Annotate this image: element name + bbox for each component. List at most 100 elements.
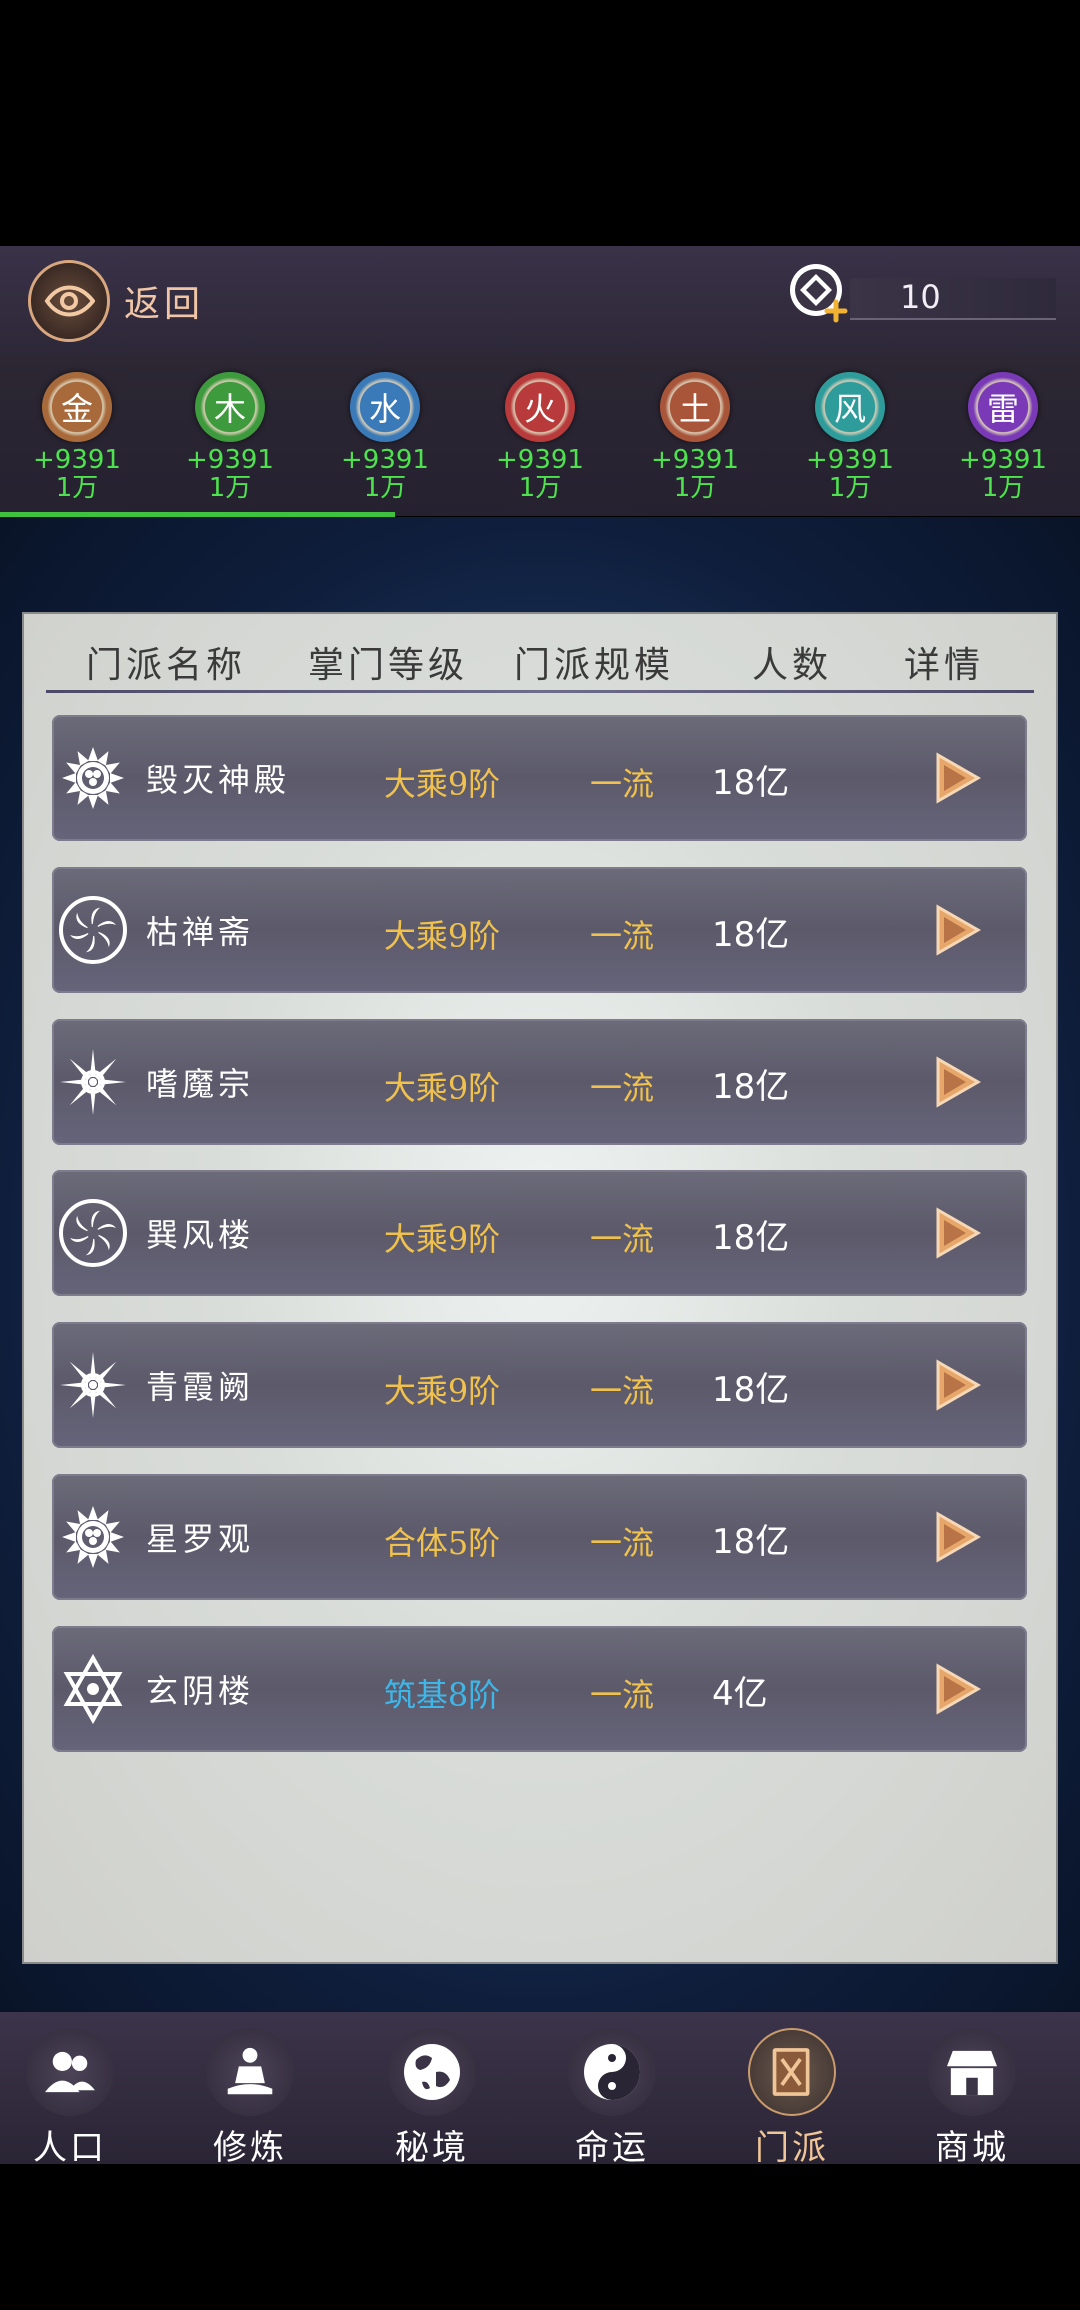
element-1: 金 +9391 1万 (22, 372, 132, 502)
diamond-currency-icon[interactable] (788, 262, 850, 324)
leader-level: 筑基8阶 (383, 1675, 501, 1714)
nav-tab-4[interactable]: 命运 (542, 2028, 682, 2169)
nav-tab-6[interactable]: 商城 (902, 2028, 1042, 2169)
nav-label: 门派 (755, 2128, 829, 2168)
currency-bar (850, 278, 1056, 320)
sect-name: 巽风楼 (146, 1216, 255, 1255)
element-amount: 1万 (981, 473, 1025, 503)
leader-level: 大乘9阶 (383, 765, 501, 803)
sect-row[interactable]: 星罗观 合体5阶 一流 18亿 (52, 1474, 1027, 1600)
element-delta: +9391 (959, 445, 1047, 475)
element-amount: 1万 (55, 473, 99, 503)
sect-name: 星罗观 (146, 1520, 255, 1558)
element-orb-icon: 土 (660, 372, 730, 442)
details-arrow-icon[interactable] (932, 1358, 982, 1412)
leader-level: 大乘9阶 (383, 1372, 501, 1411)
element-delta: +9391 (186, 445, 274, 475)
nav-label: 商城 (935, 2128, 1009, 2168)
sect-population: 18亿 (712, 763, 790, 803)
element-5: 土 +9391 1万 (640, 372, 750, 502)
header-leader-level: 掌门等级 (308, 645, 469, 686)
details-arrow-icon[interactable] (932, 751, 982, 805)
sect-scale: 一流 (589, 1220, 654, 1259)
nav-label: 命运 (575, 2128, 649, 2168)
header-sect-scale: 门派规模 (514, 645, 675, 686)
status-bar-area (0, 0, 1080, 246)
element-orb-icon: 火 (505, 372, 575, 442)
header-divider (46, 690, 1034, 693)
element-amount: 1万 (208, 473, 252, 503)
element-orb-icon: 金 (42, 372, 112, 442)
swirl-emblem-icon (58, 895, 128, 965)
sect-population: 4亿 (712, 1673, 768, 1714)
shop-icon (928, 2028, 1016, 2116)
swirl-emblem-icon (58, 1198, 128, 1268)
back-button[interactable]: 返回 (28, 260, 204, 342)
nav-tab-1[interactable]: 人口 (0, 2028, 140, 2169)
nav-label: 秘境 (395, 2128, 469, 2168)
nav-label: 人口 (33, 2128, 107, 2168)
sect-row[interactable]: 枯禅斋 大乘9阶 一流 18亿 (52, 866, 1027, 993)
table-header: 门派名称 掌门等级 门派规模 人数 详情 (46, 632, 1036, 688)
sect-population: 18亿 (712, 1370, 790, 1411)
element-amount: 1万 (828, 473, 872, 503)
hexagram-emblem-icon (58, 1653, 128, 1724)
yin-yang-icon (568, 2028, 656, 2116)
sect-name: 嗜魔宗 (146, 1064, 255, 1103)
details-arrow-icon[interactable] (932, 1055, 982, 1109)
sect-scale: 一流 (589, 1524, 654, 1562)
sect-scale: 一流 (589, 1068, 654, 1107)
nav-tab-2[interactable]: 修炼 (180, 2028, 320, 2169)
element-amount: 1万 (363, 473, 407, 503)
element-amount: 1万 (518, 473, 562, 503)
star-emblem-icon (58, 1350, 128, 1420)
element-2: 木 +9391 1万 (175, 372, 285, 502)
element-delta: +9391 (806, 445, 894, 475)
element-amount: 1万 (673, 473, 717, 503)
sect-population: 18亿 (712, 1066, 790, 1107)
element-6: 风 +9391 1万 (795, 372, 905, 502)
sect-population: 18亿 (712, 1218, 790, 1259)
sect-row[interactable]: 青霞阙 大乘9阶 一流 18亿 (52, 1322, 1027, 1449)
nav-tab-3[interactable]: 秘境 (362, 2028, 502, 2169)
star-emblem-icon (58, 1047, 128, 1117)
details-arrow-icon[interactable] (932, 1510, 982, 1564)
sect-name: 枯禅斋 (146, 912, 255, 951)
leader-level: 大乘9阶 (383, 916, 501, 955)
sun-emblem-icon (58, 743, 128, 813)
header-sect-name: 门派名称 (86, 645, 247, 686)
sect-name: 青霞阙 (146, 1368, 255, 1407)
back-label: 返回 (124, 284, 205, 325)
header-population: 人数 (752, 645, 833, 686)
element-delta: +9391 (33, 445, 121, 475)
element-7: 雷 +9391 1万 (948, 372, 1058, 502)
element-orb-icon: 风 (815, 372, 885, 442)
back-icon (28, 260, 110, 342)
element-delta: +9391 (341, 445, 429, 475)
nav-label: 修炼 (213, 2128, 287, 2168)
people-icon (26, 2028, 114, 2116)
sect-population: 18亿 (712, 1522, 790, 1562)
sect-population: 18亿 (712, 914, 790, 955)
nav-tab-5[interactable]: 门派 (722, 2028, 862, 2169)
details-arrow-icon[interactable] (932, 1206, 982, 1260)
globe-icon (388, 2028, 476, 2116)
sect-scale: 一流 (589, 1372, 654, 1411)
element-delta: +9391 (496, 445, 584, 475)
sect-row[interactable]: 毁灭神殿 大乘9阶 一流 18亿 (52, 715, 1027, 841)
sect-scale: 一流 (589, 1675, 654, 1714)
meditate-icon (206, 2028, 294, 2116)
element-3: 水 +9391 1万 (330, 372, 440, 502)
details-arrow-icon[interactable] (932, 903, 982, 957)
details-arrow-icon[interactable] (932, 1662, 982, 1716)
sect-scale: 一流 (589, 765, 654, 803)
sect-name: 毁灭神殿 (146, 761, 291, 799)
sect-row[interactable]: 玄阴楼 筑基8阶 一流 4亿 (52, 1625, 1027, 1752)
sect-name: 玄阴楼 (146, 1671, 255, 1710)
leader-level: 合体5阶 (383, 1524, 501, 1562)
sect-row[interactable]: 巽风楼 大乘9阶 一流 18亿 (52, 1170, 1027, 1297)
sun-emblem-icon (58, 1502, 128, 1572)
leader-level: 大乘9阶 (383, 1220, 501, 1259)
sect-row[interactable]: 嗜魔宗 大乘9阶 一流 18亿 (52, 1018, 1027, 1145)
leader-level: 大乘9阶 (383, 1068, 501, 1107)
